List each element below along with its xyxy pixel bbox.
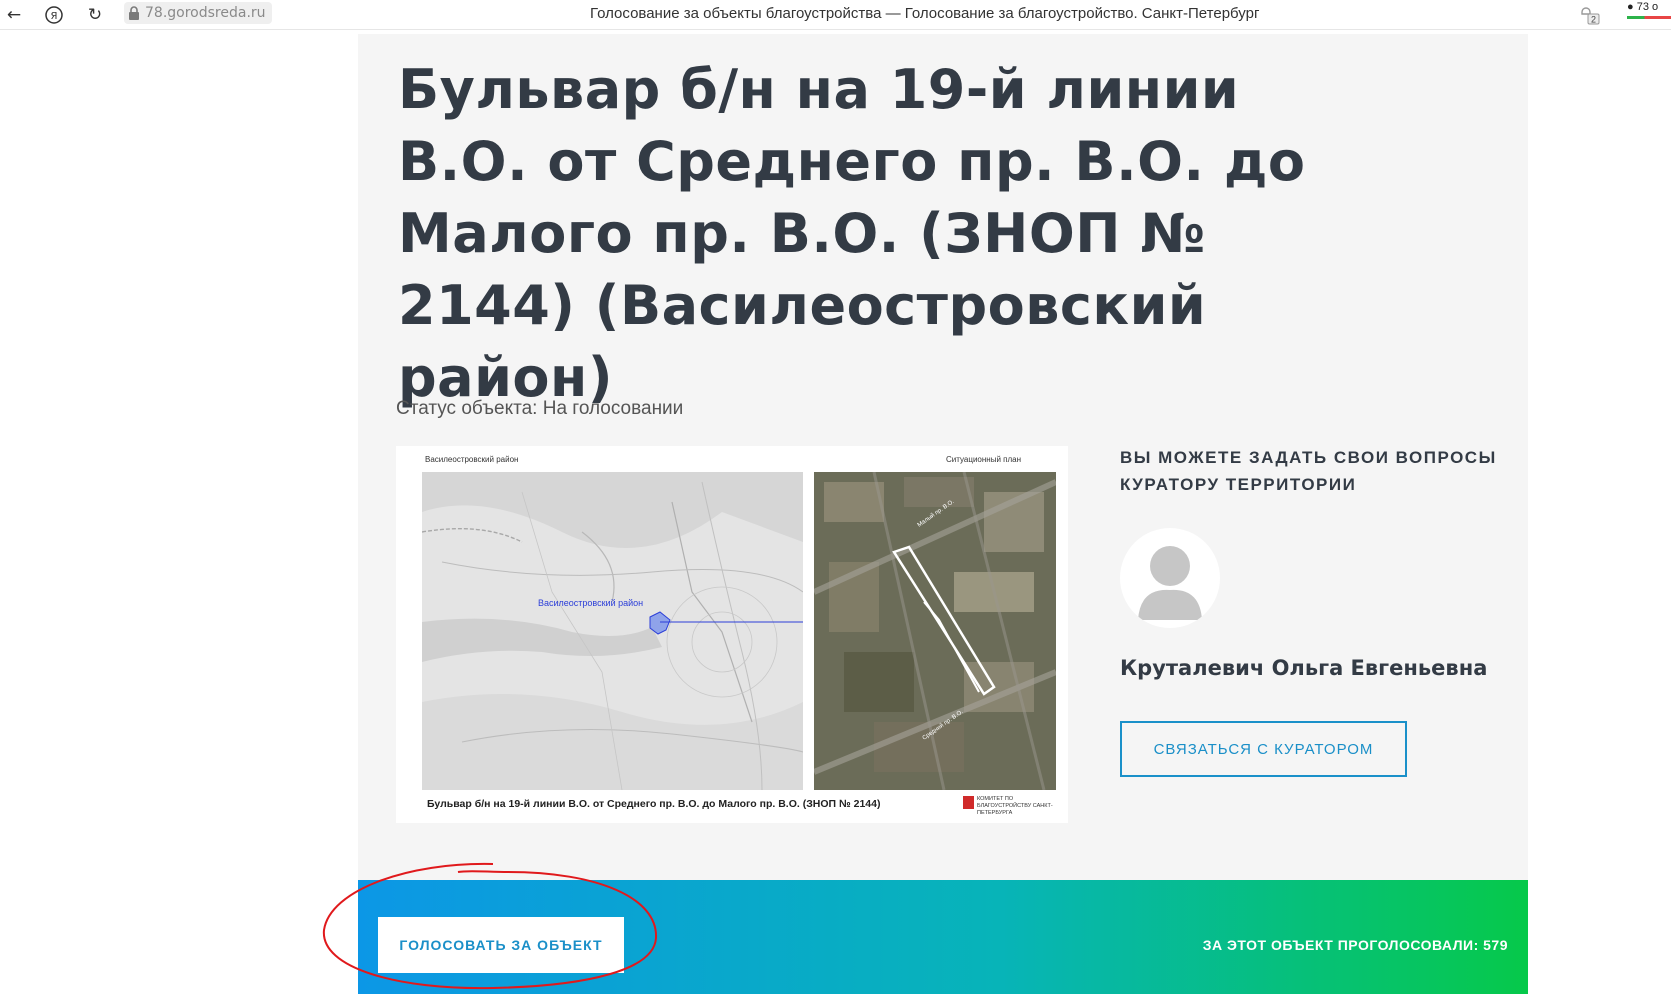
browser-toolbar: ← Я ↻ 78.gorodsreda.ru Голосование за об… [0,0,1671,30]
curator-name: Круталевич Ольга Евгеньевна [1120,656,1488,680]
image-caption: Бульвар б/н на 19-й линии В.О. от Средне… [427,798,881,810]
back-arrow-icon[interactable]: ← [3,5,25,25]
object-status: Статус объекта: На голосовании [396,398,684,419]
user-silhouette-icon [1138,546,1202,620]
vote-count: ЗА ЭТОТ ОБЪЕКТ ПРОГОЛОСОВАЛИ: 579 [1202,937,1508,953]
yandex-icon[interactable]: Я [43,5,65,25]
coat-of-arms-icon [963,796,974,809]
vote-button[interactable]: ГОЛОСОВАТЬ ЗА ОБЪЕКТ [378,917,624,973]
committee-logo-text: КОМИТЕТ ПО БЛАГОУСТРОЙСТВУ САНКТ-ПЕТЕРБУ… [977,796,1053,816]
contact-curator-button[interactable]: СВЯЗАТЬСЯ С КУРАТОРОМ [1120,721,1407,777]
tab-title: Голосование за объекты благоустройства —… [590,5,1260,22]
reload-icon[interactable]: ↻ [84,5,106,25]
vote-bar: ГОЛОСОВАТЬ ЗА ОБЪЕКТ ЗА ЭТОТ ОБЪЕКТ ПРОГ… [358,880,1528,994]
comment-counter[interactable]: ● 73 о [1627,1,1658,13]
extension-icon[interactable]: 2 [1579,4,1601,26]
curator-heading: ВЫ МОЖЕТЕ ЗАДАТЬ СВОИ ВОПРОСЫ КУРАТОРУ Т… [1120,448,1497,494]
lock-icon [129,6,139,20]
page-title: Бульвар б/н на 19-й линии В.О. от Средне… [398,58,1306,409]
url-text: 78.gorodsreda.ru [145,5,266,21]
comment-count: 73 о [1636,1,1659,13]
comment-icon: ● [1627,1,1634,13]
svg-text:2: 2 [1591,15,1596,25]
svg-text:Я: Я [51,11,58,22]
image-label-plan: Ситуационный план [946,455,1022,464]
image-label-district: Василеостровский район [425,455,519,464]
svg-text:Василеостровский район: Василеостровский район [538,598,643,608]
object-panel: Бульвар б/н на 19-й линии В.О. от Средне… [358,34,1528,880]
avatar [1120,528,1220,628]
address-bar[interactable]: 78.gorodsreda.ru [124,2,272,24]
object-image[interactable]: Василеостровский район Ситуационный план [396,446,1068,823]
committee-logo: КОМИТЕТ ПО БЛАГОУСТРОЙСТВУ САНКТ-ПЕТЕРБУ… [963,796,1067,817]
satellite-map: Малый пр. В.О. Средний пр. В.О. [814,472,1056,790]
district-map: Василеостровский район [422,472,803,790]
rating-bar [1627,16,1671,19]
